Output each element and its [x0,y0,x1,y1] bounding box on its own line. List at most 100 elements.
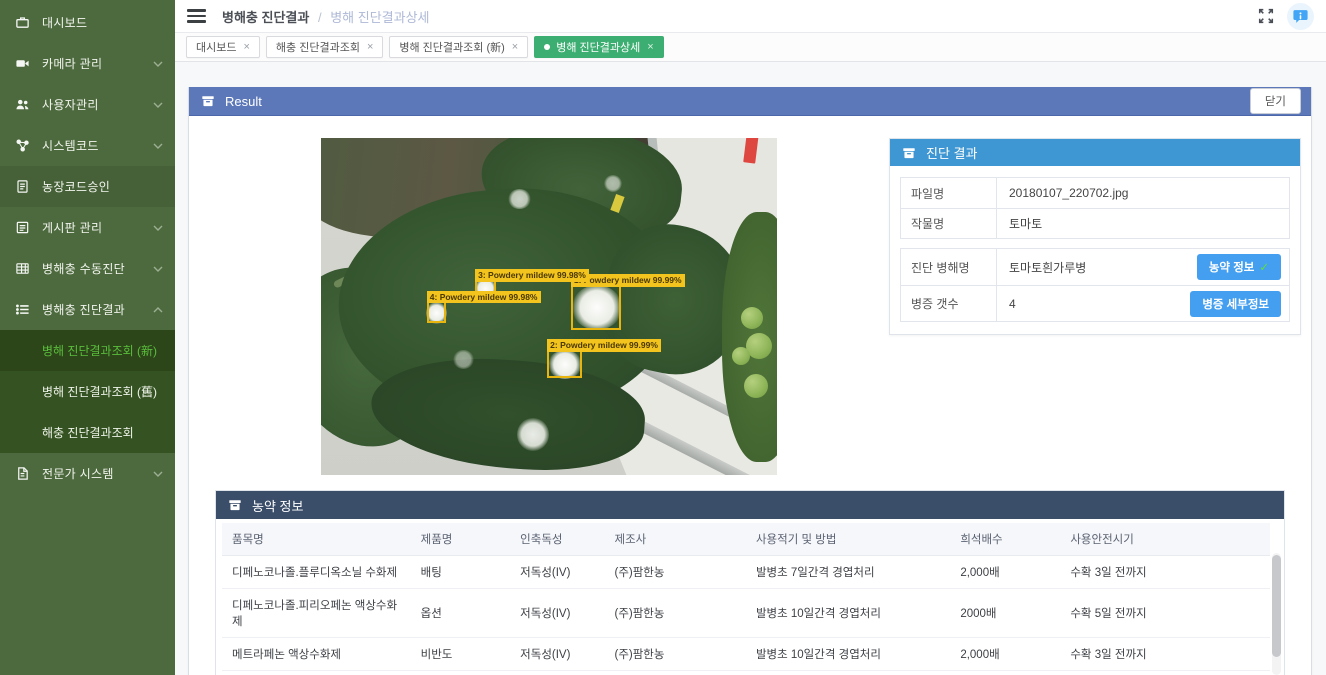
sidebar-item-label: 농장코드승인 [42,178,163,195]
sidebar-subitem-2[interactable]: 해충 진단결과조회 [0,412,175,453]
sidebar-item-5[interactable]: 게시판 관리 [0,207,175,248]
column-header-0: 품목명 [222,523,411,556]
chevron-down-icon [153,61,163,67]
symptom-detail-button[interactable]: 병증 세부정보 [1190,291,1281,317]
bounding-box-2: 2: Powdery mildew 99.99% [547,350,582,378]
sidebar-item-4[interactable]: 농장코드승인 [0,166,175,207]
table-row[interactable]: 디페노코나졸.플루디옥소닐 수화제배팅저독성(IV)(주)팜한농발병초 7일간격… [222,556,1270,589]
table-row[interactable]: 디페노코나졸.피리오페논 액상수화제옵션저독성(IV)(주)팜한농발병초 10일… [222,589,1270,638]
tab-close-icon[interactable]: × [243,41,249,53]
table-cell: 수확 3일 전까지 [1060,556,1270,589]
table-row[interactable]: 메트라페논 액상수화제비반도저독성(IV)(주)팜한농발병초 10일간격 경엽처… [222,638,1270,671]
result-panel-title: Result [225,94,262,109]
tab-0[interactable]: 대시보드 × [186,36,260,58]
column-header-6: 사용안전시기 [1060,523,1270,556]
breadcrumb-separator: / [318,10,322,25]
close-button[interactable]: 닫기 [1250,88,1301,114]
table-cell: 비반도 [411,671,511,675]
manual-diagnosis-icon [15,261,30,276]
sidebar-item-label: 게시판 관리 [42,219,153,236]
sidebar: 대시보드카메라 관리사용자관리시스템코드농장코드승인게시판 관리병해충 수동진단… [0,0,175,675]
table-cell: 수확 5일 전까지 [1060,589,1270,638]
tab-close-icon[interactable]: × [647,41,653,53]
main-column: 병해충 진단결과 / 병해 진단결과상세 대시보드×해충 진단결과조회×병해 진… [175,0,1326,675]
sidebar-item-2[interactable]: 사용자관리 [0,84,175,125]
column-header-3: 제조사 [604,523,745,556]
bbox-label: 3: Powdery mildew 99.98% [475,269,589,282]
topbar-actions [1257,3,1314,30]
sidebar-nav: 대시보드카메라 관리사용자관리시스템코드농장코드승인게시판 관리병해충 수동진단… [0,2,175,494]
check-icon: ✓ [1259,262,1269,274]
chevron-down-icon [153,143,163,149]
diagnosis-value-text: 20180107_220702.jpg [1009,186,1128,200]
table-header-row: 품목명제품명인축독성제조사사용적기 및 방법희석배수사용안전시기 [222,523,1270,556]
table-row[interactable]: 메트라페논 액상수화제비반도저독성(IV)(주)팜한농발병초 10일간격 경엽처… [222,671,1270,675]
sidebar-item-6[interactable]: 병해충 수동진단 [0,248,175,289]
sidebar-item-8[interactable]: 전문가 시스템 [0,453,175,494]
chevron-up-icon [153,307,163,313]
diagnosis-row-2: 진단 병해명 토마토흰가루병 농약 정보✓ [901,249,1289,285]
table-cell: 저독성(IV) [510,556,604,589]
table-cell: 발병초 10일간격 경엽처리 [746,638,950,671]
sidebar-item-3[interactable]: 시스템코드 [0,125,175,166]
fullscreen-icon[interactable] [1257,7,1275,25]
diagnosis-panel-title: 진단 결과 [926,143,977,162]
tab-1[interactable]: 해충 진단결과조회× [266,36,383,58]
bounding-box-4: 4: Powdery mildew 99.98% [427,301,446,322]
tab-close-icon[interactable]: × [367,41,373,53]
table-cell: 옵션 [411,589,511,638]
table-cell: (주)팜한농 [604,556,745,589]
menu-toggle-icon[interactable] [187,6,206,26]
sidebar-item-label: 병해충 진단결과 [42,301,153,318]
chevron-down-icon [153,225,163,231]
table-cell: 발병초 10일간격 경엽처리 [746,589,950,638]
pesticide-info-panel: 농약 정보 품목명제품명인축독성제조사사용적기 및 방법희석배수사용안전시기디페… [215,490,1285,675]
sidebar-subitem-0[interactable]: 병해 진단결과조회 (新) [0,330,175,371]
table-cell: 2,000배 [950,671,1060,675]
sidebar-item-label: 카메라 관리 [42,55,153,72]
farm-approval-icon [15,179,30,194]
sidebar-item-7[interactable]: 병해충 진단결과 [0,289,175,330]
sidebar-item-0[interactable]: 대시보드 [0,2,175,43]
info-bubble-icon[interactable] [1287,3,1314,30]
table-cell: (주)팜한농 [604,589,745,638]
diagnosis-result-panel: 진단 결과 파일명20180107_220702.jpg작물명토마토진단 병해명… [889,138,1301,335]
tab-2[interactable]: 병해 진단결과조회 (新)× [389,36,528,58]
chevron-down-icon [153,102,163,108]
diagnosis-result-icon [15,302,30,317]
breadcrumb: 병해충 진단결과 / 병해 진단결과상세 [222,7,430,26]
table-cell: 저독성(IV) [510,671,604,675]
diagnosis-group-2: 진단 병해명토마토흰가루병농약 정보✓병증 갯수4병증 세부정보 [900,248,1290,322]
system-code-icon [15,138,30,153]
table-scrollbar[interactable] [1272,553,1281,675]
app-root: 대시보드카메라 관리사용자관리시스템코드농장코드승인게시판 관리병해충 수동진단… [0,0,1326,675]
diagnosis-row-1: 작물명토마토 [901,208,1289,238]
diagnosis-row-label: 진단 병해명 [901,249,997,285]
tab-label: 대시보드 [196,39,236,55]
diagnosis-value-text: 토마토흰가루병 [1009,259,1086,276]
table-cell: 저독성(IV) [510,638,604,671]
sidebar-item-label: 병해충 수동진단 [42,260,153,277]
archive-icon [228,498,242,512]
diagnosis-row-value: 토마토흰가루병 농약 정보✓ [997,254,1289,280]
breadcrumb-current: 병해 진단결과상세 [330,10,429,25]
pesticide-info-button[interactable]: 농약 정보✓ [1197,254,1281,280]
table-cell: (주)팜한농 [604,638,745,671]
table-cell: (주)팜한농 [604,671,745,675]
bbox-label: 4: Powdery mildew 99.98% [427,291,541,304]
result-panel: Result 닫기 [188,87,1312,675]
breadcrumb-parent[interactable]: 병해충 진단결과 [222,10,309,25]
tab-close-icon[interactable]: × [512,41,518,53]
diagnosis-row-label: 작물명 [901,209,997,238]
pesticide-panel-title: 농약 정보 [252,496,303,515]
scrollbar-thumb[interactable] [1272,555,1281,657]
pesticide-table-wrap: 품목명제품명인축독성제조사사용적기 및 방법희석배수사용안전시기디페노코나졸.플… [216,519,1284,675]
diagnosis-row-value: 토마토 [997,215,1289,232]
sidebar-item-1[interactable]: 카메라 관리 [0,43,175,84]
sidebar-subitem-1[interactable]: 병해 진단결과조회 (舊) [0,371,175,412]
sidebar-item-label: 사용자관리 [42,96,153,113]
table-cell: 배팅 [411,556,511,589]
archive-icon [201,94,215,108]
tab-3[interactable]: 병해 진단결과상세× [534,36,663,58]
pesticide-panel-header: 농약 정보 [216,491,1284,519]
